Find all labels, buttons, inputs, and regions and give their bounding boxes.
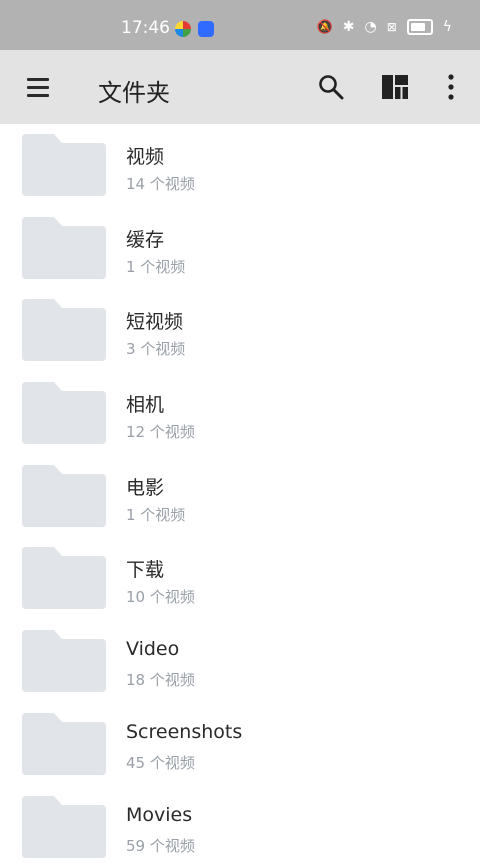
folder-name: 相机 bbox=[126, 390, 164, 417]
folder-icon bbox=[22, 382, 106, 444]
menu-icon[interactable] bbox=[27, 78, 49, 96]
folder-name: Video bbox=[126, 638, 179, 660]
folder-name: 短视频 bbox=[126, 307, 183, 334]
folder-item[interactable]: 视频 14 个视频 bbox=[0, 124, 480, 207]
folder-count: 3 个视频 bbox=[126, 338, 185, 359]
mute-icon: 🔕 bbox=[317, 20, 333, 35]
charging-icon: ϟ bbox=[443, 19, 452, 35]
folder-list: 视频 14 个视频 缓存 1 个视频 短视频 3 个视频 相机 12 个视频 电… bbox=[0, 124, 480, 868]
view-layout-icon[interactable] bbox=[381, 74, 409, 100]
folder-item[interactable]: 电影 1 个视频 bbox=[0, 455, 480, 538]
folder-icon bbox=[22, 465, 106, 527]
folder-count: 45 个视频 bbox=[126, 752, 195, 773]
search-icon[interactable] bbox=[318, 74, 344, 100]
folder-icon bbox=[22, 796, 106, 858]
folder-count: 18 个视频 bbox=[126, 669, 195, 690]
folder-count: 10 个视频 bbox=[126, 586, 195, 607]
folder-icon bbox=[22, 713, 106, 775]
chat-app-notification-icon bbox=[198, 21, 214, 37]
folder-name: 电影 bbox=[126, 473, 164, 500]
more-vert-icon[interactable] bbox=[446, 74, 456, 100]
folder-name: Screenshots bbox=[126, 721, 242, 743]
page-title: 文件夹 bbox=[98, 73, 170, 108]
sim-icon: ⊠ bbox=[387, 20, 397, 34]
folder-item[interactable]: 短视频 3 个视频 bbox=[0, 289, 480, 372]
battery-icon bbox=[407, 19, 433, 35]
folder-item[interactable]: Screenshots 45 个视频 bbox=[0, 703, 480, 786]
status-icons: 🔕 ✱ ◔ ⊠ ϟ bbox=[317, 19, 452, 35]
folder-count: 1 个视频 bbox=[126, 504, 185, 525]
folder-name: Movies bbox=[126, 804, 192, 826]
folder-count: 59 个视频 bbox=[126, 835, 195, 856]
folder-icon bbox=[22, 299, 106, 361]
folder-count: 14 个视频 bbox=[126, 173, 195, 194]
folder-item[interactable]: 相机 12 个视频 bbox=[0, 372, 480, 455]
folder-count: 12 个视频 bbox=[126, 421, 195, 442]
bluetooth-icon: ✱ bbox=[343, 19, 355, 35]
status-time: 17:46 bbox=[121, 18, 170, 38]
wifi-icon: ◔ bbox=[364, 19, 376, 35]
folder-icon bbox=[22, 547, 106, 609]
app-bar: 文件夹 bbox=[0, 50, 480, 124]
folder-name: 缓存 bbox=[126, 225, 164, 252]
folder-icon bbox=[22, 134, 106, 196]
folder-count: 1 个视频 bbox=[126, 256, 185, 277]
folder-item[interactable]: 缓存 1 个视频 bbox=[0, 207, 480, 290]
folder-item[interactable]: Video 18 个视频 bbox=[0, 620, 480, 703]
status-bar: 17:46 🔕 ✱ ◔ ⊠ ϟ bbox=[0, 0, 480, 50]
folder-name: 下载 bbox=[126, 555, 164, 582]
app-notification-icon bbox=[175, 21, 191, 37]
folder-item[interactable]: Movies 59 个视频 bbox=[0, 786, 480, 868]
folder-icon bbox=[22, 630, 106, 692]
folder-item[interactable]: 下载 10 个视频 bbox=[0, 537, 480, 620]
folder-name: 视频 bbox=[126, 142, 164, 169]
folder-icon bbox=[22, 217, 106, 279]
